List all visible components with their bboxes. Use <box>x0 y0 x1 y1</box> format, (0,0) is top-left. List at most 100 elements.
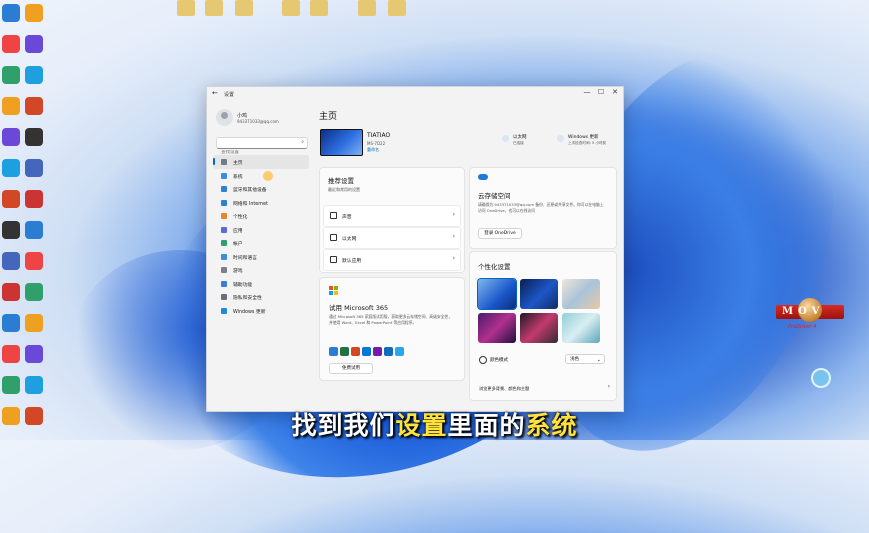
window-title: 设置 <box>224 92 235 98</box>
sidebar-item[interactable]: 隐私和安全性 <box>213 290 309 304</box>
nav-icon <box>221 240 227 246</box>
card-subtitle: 最近和常用的设置 <box>328 187 360 192</box>
desktop-shortcut-icon[interactable] <box>19 2 49 32</box>
desktop-shortcut-icon[interactable] <box>19 33 49 63</box>
device-model: MS-7D22 <box>367 141 386 146</box>
theme-thumbnail[interactable] <box>562 279 600 309</box>
title-bar: ← 设置 — ☐ ✕ <box>207 87 623 101</box>
sidebar-item[interactable]: 时间和语言 <box>213 250 309 264</box>
office-app-icon <box>340 347 349 356</box>
desktop-shortcut-icon[interactable] <box>19 157 49 187</box>
theme-thumbnail[interactable] <box>562 313 600 343</box>
sidebar-item-label: Windows 更新 <box>233 309 266 315</box>
desktop-shortcut-icon[interactable] <box>19 126 49 156</box>
desktop-folder-icon[interactable] <box>235 0 253 16</box>
nav-icon <box>221 294 227 300</box>
maximize-icon[interactable]: ☐ <box>595 88 607 96</box>
nav-icon <box>221 226 227 233</box>
desktop-folder-icon[interactable] <box>388 0 406 16</box>
floating-bubble-icon[interactable] <box>811 368 831 388</box>
theme-thumbnail[interactable] <box>520 279 558 309</box>
ethernet-icon <box>330 234 337 241</box>
page-title: 主页 <box>319 112 338 122</box>
desktop-shortcut-icon[interactable] <box>19 188 49 218</box>
chevron-right-icon: › <box>452 255 455 262</box>
office-app-icons <box>329 341 406 360</box>
desktop-shortcut-icon[interactable] <box>19 281 49 311</box>
back-arrow-icon[interactable]: ← <box>212 89 218 97</box>
sidebar-item[interactable]: 应用 <box>213 223 309 237</box>
nav-icon <box>221 280 227 287</box>
recommended-row-ethernet[interactable]: 以太网 › <box>323 227 461 249</box>
theme-thumbnail[interactable] <box>477 278 517 310</box>
sidebar-item[interactable]: 蓝牙和其他设备 <box>213 182 309 196</box>
sidebar-item-label: 帐户 <box>233 242 243 247</box>
chevron-right-icon: › <box>452 211 455 218</box>
chevron-right-icon: › <box>607 383 610 390</box>
mouse-cursor-highlight <box>263 171 273 181</box>
search-box: ⌕ <box>216 137 308 155</box>
search-icon[interactable]: ⌕ <box>301 139 304 145</box>
sidebar-item[interactable]: Windows 更新 <box>213 304 309 318</box>
sidebar-item-label: 时间和语言 <box>233 255 257 261</box>
color-mode-icon <box>479 356 487 364</box>
nav-icon <box>221 199 227 206</box>
sidebar-item[interactable]: 游戏 <box>213 263 309 277</box>
color-mode-label: 颜色模式 <box>490 358 508 363</box>
sidebar-item[interactable]: 系统 <box>213 169 309 183</box>
sidebar-item-label: 个性化 <box>233 215 248 220</box>
desktop-folder-icon[interactable] <box>358 0 376 16</box>
desktop-shortcut-icon[interactable] <box>19 343 49 373</box>
video-subtitle: 找到我们设置里面的系统 <box>291 411 578 440</box>
desktop-folder-icon[interactable] <box>282 0 300 16</box>
sidebar-item[interactable]: 主页 <box>213 155 309 169</box>
rename-link[interactable]: 重命名 <box>367 147 379 153</box>
sidebar-item-label: 游戏 <box>233 269 243 274</box>
recommended-row-sound[interactable]: 声音 › <box>323 205 461 227</box>
sidebar-item[interactable]: 网络和 Internet <box>213 196 309 210</box>
device-wallpaper-thumbnail <box>320 129 363 156</box>
avatar[interactable] <box>216 109 233 126</box>
card-description: 请确保为 943371033@qq.com 备份、还原或共享文件。你可以在电脑上… <box>478 202 604 213</box>
sidebar-item[interactable]: 个性化 <box>213 209 309 223</box>
chevron-down-icon: ⌄ <box>596 357 601 363</box>
recommended-row-default-apps[interactable]: 默认应用 › <box>323 249 461 271</box>
cloud-icon <box>478 174 488 180</box>
device-name: TIATIAO <box>367 132 391 139</box>
desktop-shortcut-icon[interactable] <box>19 64 49 94</box>
recommended-settings-card: 推荐设置 最近和常用的设置 声音 › 以太网 › 默认应用 › <box>319 167 465 273</box>
sidebar-item-label: 主页 <box>233 161 243 166</box>
desktop-shortcut-icon[interactable] <box>19 95 49 125</box>
sidebar-nav: 主页系统蓝牙和其他设备网络和 Internet 个性化应用帐户时间和语言游戏辅助功… <box>213 155 309 317</box>
desktop-folder-icon[interactable] <box>310 0 328 16</box>
sidebar-item-label: 应用 <box>233 228 243 234</box>
desktop-shortcut-icon[interactable] <box>19 219 49 249</box>
free-trial-button[interactable]: 免费试用 <box>329 363 373 374</box>
minimize-icon[interactable]: — <box>581 88 593 96</box>
desktop-shortcut-icon[interactable] <box>19 312 49 342</box>
card-title: 试用 Microsoft 365 <box>329 304 389 312</box>
desktop-shortcut-icon[interactable] <box>19 374 49 404</box>
close-icon[interactable]: ✕ <box>609 88 621 96</box>
nav-icon <box>221 307 227 314</box>
desktop-folder-icon[interactable] <box>177 0 195 16</box>
theme-thumbnail[interactable] <box>478 313 516 343</box>
apps-icon <box>330 256 337 263</box>
card-title: 云存储空间 <box>478 192 511 200</box>
sign-in-onedrive-button[interactable]: 登录 OneDrive <box>478 228 522 239</box>
cloud-storage-card: 云存储空间 请确保为 943371033@qq.com 备份、还原或共享文件。你… <box>469 167 617 249</box>
sidebar-item-label: 辅助功能 <box>233 282 253 288</box>
sidebar-item-label: 蓝牙和其他设备 <box>233 188 267 193</box>
color-mode-select[interactable]: 浅色 ⌄ <box>565 354 605 364</box>
sidebar-item[interactable]: 辅助功能 <box>213 277 309 291</box>
nav-icon <box>221 267 227 273</box>
desktop-folder-icon[interactable] <box>205 0 223 16</box>
desktop-shortcut-icon[interactable] <box>19 250 49 280</box>
theme-thumbnail[interactable] <box>520 313 558 343</box>
nav-icon <box>221 159 227 165</box>
sidebar-item[interactable]: 帐户 <box>213 236 309 250</box>
browse-themes-link[interactable]: 浏览更多背景、颜色和主题 <box>479 386 529 392</box>
card-title: 个性化设置 <box>478 263 511 271</box>
microsoft-logo-icon <box>329 286 338 295</box>
windows-update-icon <box>557 135 564 142</box>
